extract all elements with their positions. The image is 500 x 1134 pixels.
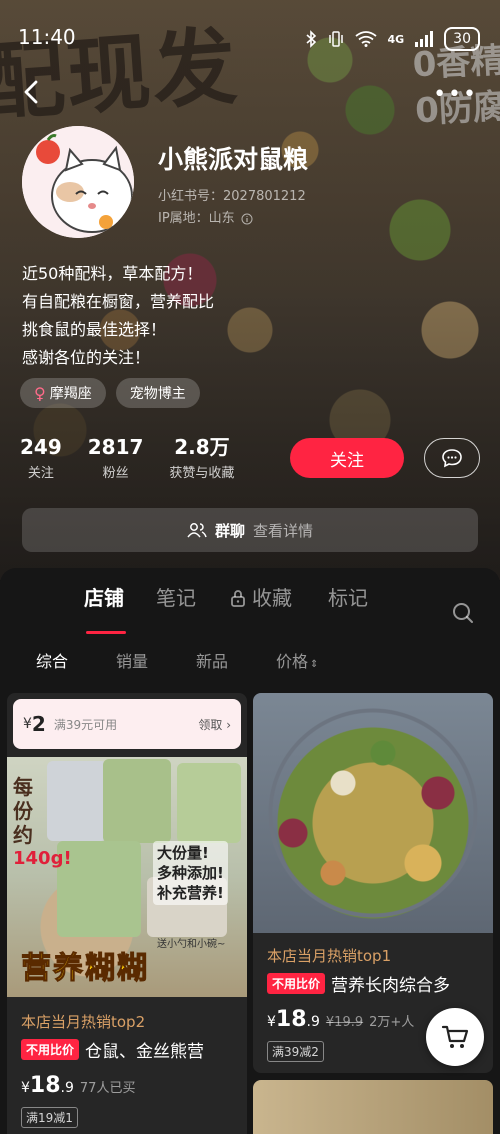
profile-stats: 249 关注 2817 粉丝 2.8万 获赞与收藏 [20,434,234,481]
product-price: ¥18.9 77人已买 [21,1073,136,1098]
group-label: 群聊 [214,521,245,540]
profile-tags: ♀ 摩羯座 宠物博主 [20,378,200,408]
back-icon[interactable] [20,78,44,106]
stat-likes[interactable]: 2.8万 获赞与收藏 [169,434,234,481]
bluetooth-icon [306,30,317,48]
product-rank: 本店当月热销top2 [21,1013,146,1031]
avatar[interactable] [22,126,134,238]
vibrate-icon [329,31,344,47]
profile-bio: 近50种配料，草本配方！ 有自配粮在橱窗，营养配比 挑食鼠的最佳选择！ 感谢各位… [22,264,215,367]
female-icon: ♀ [34,383,46,403]
tab-store[interactable]: 店铺 [84,582,124,611]
tab-favorites[interactable]: 收藏 [230,582,292,611]
follow-button[interactable]: 关注 [290,438,404,478]
coupon-claim-button[interactable]: 领取 › [198,716,231,733]
profile-id: 小红书号：2027801212 [158,189,306,204]
group-icon [187,523,207,538]
stat-followers[interactable]: 2817 粉丝 [88,434,144,481]
tab-active-indicator [86,631,126,634]
cart-button[interactable] [426,1008,484,1066]
sort-new[interactable]: 新品 [196,648,228,672]
group-detail: 查看详情 [253,521,314,540]
tab-notes[interactable]: 笔记 [156,582,196,611]
tag-zodiac: ♀ 摩羯座 [20,378,106,408]
product-title: 不用比价 营养长肉综合多 [267,971,493,996]
product-image [253,693,493,933]
sold-count: 2万+人 [369,1015,415,1030]
product-price: ¥18.9 ¥19.9 2万+人 [267,1007,415,1032]
coupon-condition: 满39元可用 [53,717,118,732]
sort-arrows-icon: ⇕ [310,659,319,670]
product-image: 每 份 约 140g! 大份量! 多种添加! 补充营养! 送小勺和小碗~ 营养糊… [7,757,247,997]
profile-meta: 小红书号：2027801212 IP属地：山东 [158,186,306,230]
group-chat-bar[interactable]: 群聊 查看详情 [22,508,478,552]
search-icon[interactable] [452,602,474,624]
cart-icon [441,1025,469,1048]
battery-indicator: 30 [444,27,480,51]
product-card[interactable] [253,1080,493,1134]
stat-following[interactable]: 249 关注 [20,434,62,481]
tag-category: 宠物博主 [115,378,200,408]
sort-bar: 综合 销量 新品 价格 ⇕ [0,644,500,684]
tab-marks[interactable]: 标记 [328,582,368,611]
product-card[interactable]: ¥ 2 满39元可用 领取 › 每 份 约 140g! 大份量! 多种添加! 补… [7,693,247,1134]
product-image [253,1080,493,1134]
status-time: 11:40 [18,25,76,49]
promo-tag: 满39减2 [267,1041,324,1062]
price-badge: 不用比价 [21,1039,80,1060]
profile-ip: IP属地：山东 [158,211,235,226]
promo-tag: 满19减1 [21,1107,78,1128]
lock-icon [231,590,245,607]
status-bar: 11:40 4G 30 [0,0,500,74]
info-icon[interactable] [241,213,253,225]
network-type: 4G [387,32,405,46]
sort-sales[interactable]: 销量 [116,648,148,672]
sort-price[interactable]: 价格 ⇕ [276,648,318,672]
chat-bubble-icon [442,449,462,468]
cat-avatar-icon [22,126,134,238]
wifi-icon [355,31,378,47]
tab-bar: 店铺 笔记 收藏 标记 [0,582,500,634]
sort-default[interactable]: 综合 [36,648,68,672]
more-icon[interactable]: ••• [433,82,478,107]
sold-count: 77人已买 [79,1081,136,1096]
signal-icon [415,31,434,47]
product-title: 不用比价 仓鼠、金丝熊营 [21,1037,247,1062]
coupon[interactable]: ¥ 2 满39元可用 领取 › [13,699,241,749]
original-price: ¥19.9 [325,1015,364,1030]
message-button[interactable] [424,438,480,478]
product-rank: 本店当月热销top1 [267,947,392,965]
price-badge: 不用比价 [267,973,326,994]
profile-name: 小熊派对鼠粮 [158,145,309,174]
coupon-amount: 2 [31,712,46,736]
